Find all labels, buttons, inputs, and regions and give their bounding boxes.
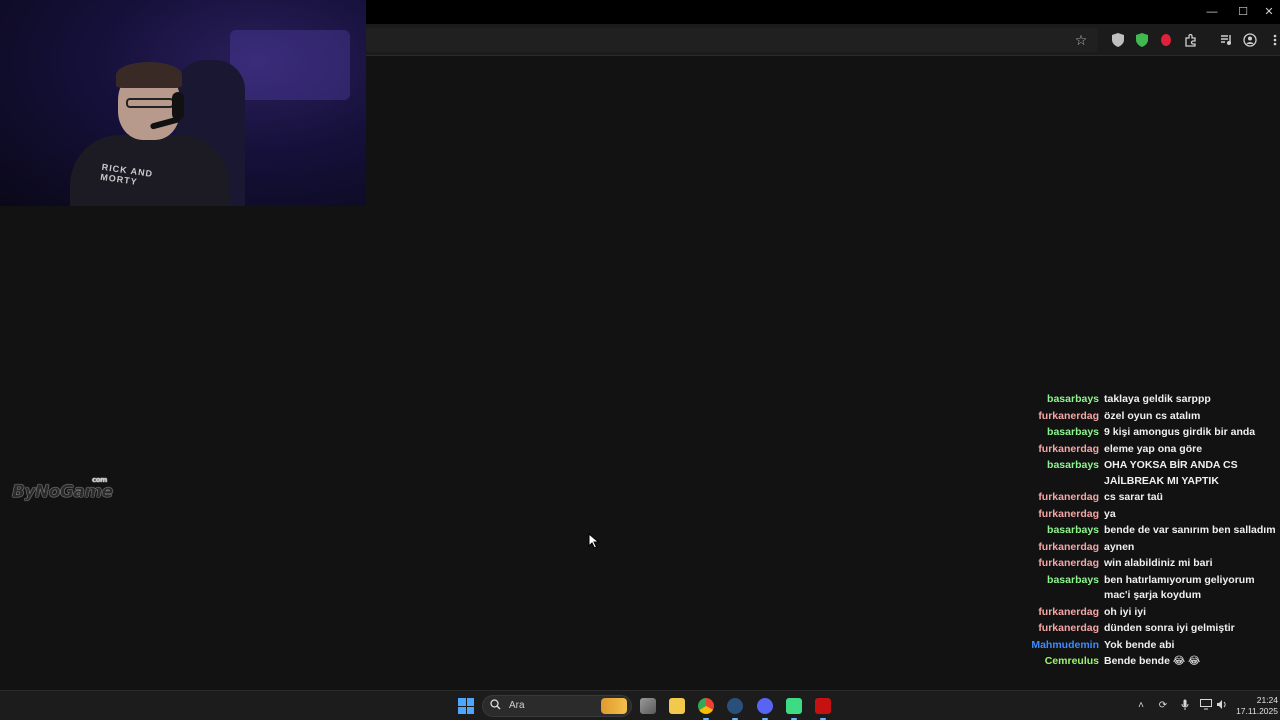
streamer-hair — [116, 62, 182, 88]
discord-icon[interactable] — [757, 698, 773, 720]
minimize-button[interactable]: — — [1197, 2, 1227, 22]
extensions-icon[interactable] — [1181, 31, 1199, 49]
chat-text: 9 kişi amongus girdik bir anda — [1104, 426, 1256, 438]
taskbar: Ara ˄ ⟳ 21:24 17.11.2025 — [0, 690, 1280, 720]
chat-message: basarbays OHA YOKSA BİR ANDA CS JAİLBREAK… — [1020, 458, 1278, 489]
cursor-icon — [588, 532, 600, 549]
chat-text: ben hatırlamıyorum geliyorum mac'i şarja… — [1104, 573, 1255, 602]
chat-text: oh iyi iyi — [1104, 605, 1147, 618]
logo-domain: com — [92, 476, 107, 484]
chat-message: furkanerdag özel oyun cs atalım — [1020, 409, 1278, 425]
microphone-icon[interactable] — [1178, 699, 1192, 713]
clock-date: 17.11.2025 — [1236, 706, 1278, 716]
sponsor-logo: ByNoGame com — [12, 476, 113, 506]
chat-text: taklaya geldik sarppp — [1104, 393, 1211, 405]
glasses — [126, 98, 174, 108]
chat-username[interactable]: basarbays — [1020, 573, 1104, 589]
chat-message: Mahmudemin Yok bende abi — [1020, 638, 1278, 654]
maximize-button[interactable]: ☐ — [1228, 2, 1258, 22]
chat-username[interactable]: basarbays — [1020, 523, 1104, 539]
taskbar-search[interactable]: Ara — [482, 695, 632, 717]
chat-username[interactable]: furkanerdag — [1020, 490, 1104, 506]
chat-text: cs sarar taü — [1104, 491, 1163, 503]
android-app-icon[interactable] — [786, 698, 802, 720]
chat-username[interactable]: Cemreulus — [1020, 654, 1104, 670]
windows-start-icon[interactable] — [458, 698, 474, 714]
chat-username[interactable]: basarbays — [1020, 458, 1104, 474]
chat-message: furkanerdag eleme yap ona göre — [1020, 442, 1278, 458]
chat-message: furkanerdag cs sarar taü — [1020, 490, 1278, 506]
star-icon[interactable]: ☆ — [1072, 31, 1090, 49]
chat-username[interactable]: furkanerdag — [1020, 442, 1104, 458]
chat-username[interactable]: basarbays — [1020, 425, 1104, 441]
vpn-icon[interactable] — [1133, 31, 1151, 49]
chat-text: win alabildiniz mi bari — [1104, 557, 1213, 569]
record-icon[interactable] — [1157, 31, 1175, 49]
chat-message: furkanerdag oh iyi iyi — [1020, 605, 1278, 621]
chat-message: Cemreulus Bende bende 😂 😂 — [1020, 654, 1278, 670]
chat-text: dünden sonra iyi gelmiştir — [1104, 622, 1235, 634]
volume-icon[interactable] — [1215, 699, 1229, 713]
sync-icon[interactable]: ⟳ — [1156, 699, 1170, 713]
chat-message: furkanerdag dünden sonra iyi gelmiştir — [1020, 621, 1278, 637]
close-button[interactable]: ✕ — [1258, 2, 1280, 22]
chat-message: basarbays 9 kişi amongus girdik bir anda — [1020, 425, 1278, 441]
chat-username[interactable]: furkanerdag — [1020, 540, 1104, 556]
chat-text: özel oyun cs atalım — [1104, 409, 1201, 422]
chat-message: furkanerdag ya — [1020, 507, 1278, 523]
chevron-up-icon[interactable]: ˄ — [1134, 699, 1148, 713]
address-bar[interactable]: ☆ — [366, 28, 1098, 52]
chrome-icon[interactable] — [698, 698, 714, 720]
chat-text: Yok bende abi — [1104, 638, 1175, 651]
chat-message: basarbays bende de var sanırım ben sallad… — [1020, 523, 1278, 539]
chat-username[interactable]: furkanerdag — [1020, 605, 1104, 621]
chat-username[interactable]: Mahmudemin — [1020, 638, 1104, 654]
search-placeholder: Ara — [509, 700, 525, 711]
chat-text: aynen — [1104, 540, 1135, 553]
logo-text: ByNoGame — [12, 482, 113, 502]
chat-username[interactable]: furkanerdag — [1020, 556, 1104, 572]
search-highlight-icon — [601, 698, 627, 714]
system-clock[interactable]: 21:24 17.11.2025 — [1234, 695, 1278, 717]
chat-text: Bende bende 😂 😂 — [1104, 655, 1201, 667]
background-light — [230, 30, 350, 100]
network-icon[interactable] — [1199, 699, 1213, 713]
headset — [172, 92, 184, 120]
profile-icon[interactable] — [1241, 31, 1259, 49]
clock-time: 21:24 — [1256, 695, 1278, 705]
chat-message: furkanerdag win alabildiniz mi bari — [1020, 556, 1278, 572]
chat-message: basarbays ben hatırlamıyorum geliyorum ma… — [1020, 573, 1278, 604]
chat-username[interactable]: furkanerdag — [1020, 621, 1104, 637]
media-icon[interactable] — [1217, 31, 1235, 49]
chat-text: bende de var sanırım ben salladım — [1104, 524, 1276, 536]
chat-username[interactable]: furkanerdag — [1020, 507, 1104, 523]
chat-text: OHA YOKSA BİR ANDA CS JAİLBREAK MI YAPTI… — [1104, 459, 1238, 487]
chat-username[interactable]: furkanerdag — [1020, 409, 1104, 425]
steam-icon[interactable] — [727, 698, 743, 720]
stream-chat: basarbays taklaya geldik sarppp furkanerda… — [1020, 392, 1278, 671]
file-explorer-icon[interactable] — [669, 698, 685, 714]
shield-icon[interactable] — [1109, 31, 1127, 49]
task-view-icon[interactable] — [640, 698, 656, 714]
chat-text: ya — [1104, 507, 1116, 520]
menu-icon[interactable] — [1266, 31, 1280, 49]
chat-message: furkanerdag aynen — [1020, 540, 1278, 556]
chat-text: eleme yap ona göre — [1104, 442, 1203, 455]
chat-username[interactable]: basarbays — [1020, 392, 1104, 408]
chat-message: basarbays taklaya geldik sarppp — [1020, 392, 1278, 408]
among-us-icon[interactable] — [815, 698, 831, 720]
search-icon — [490, 699, 501, 713]
webcam-overlay: RICK AND MORTY — [0, 0, 366, 206]
